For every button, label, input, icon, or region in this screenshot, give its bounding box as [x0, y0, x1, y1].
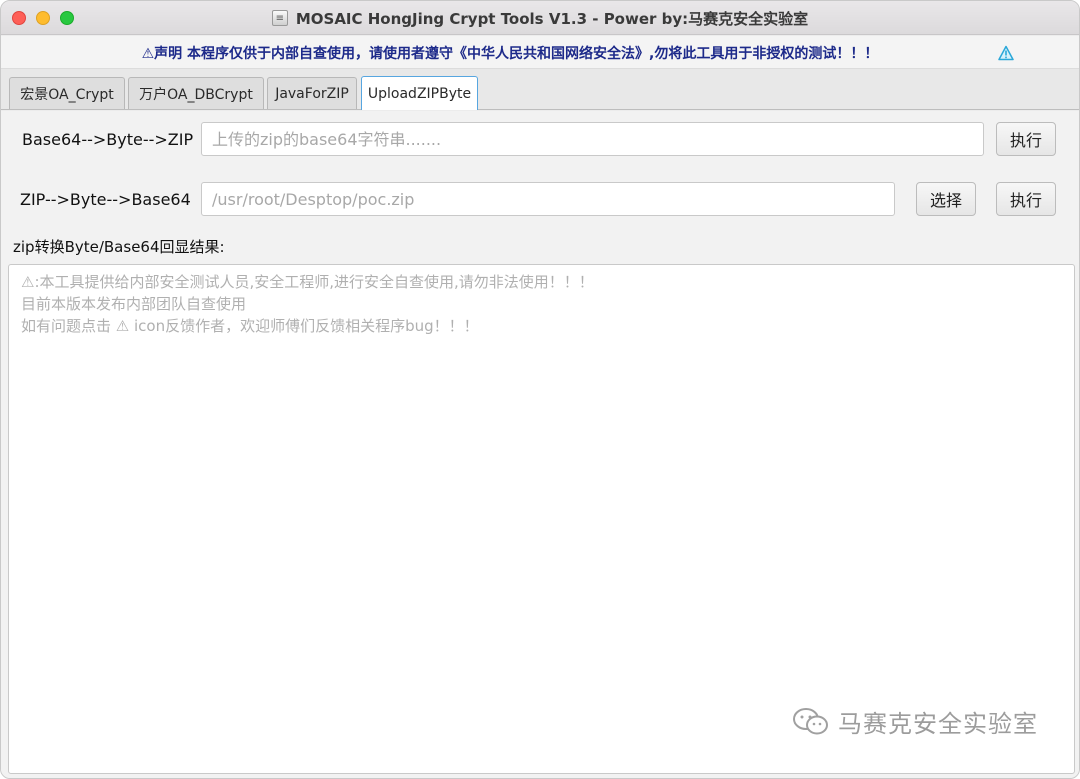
result-output-area[interactable]: ⚠:本工具提供给内部安全测试人员,安全工程师,进行安全自查使用,请勿非法使用！！… [8, 264, 1075, 774]
tab-hongjing-oa-crypt[interactable]: 宏景OA_Crypt [9, 77, 125, 109]
result-line: 目前本版本发布内部团队自查使用 [21, 295, 247, 313]
tab-java-for-zip[interactable]: JavaForZIP [267, 77, 357, 109]
window-title: MOSAIC HongJing Crypt Tools V1.3 - Power… [295, 9, 809, 28]
wechat-icon [793, 707, 828, 734]
select-file-button[interactable]: 选择 [916, 182, 976, 216]
zip-path-input[interactable] [201, 182, 895, 216]
result-line: 如有问题点击 ⚠ icon反馈作者，欢迎师傅们反馈相关程序bug！！！ [21, 317, 479, 335]
result-label: zip转换Byte/Base64回显结果: [13, 238, 225, 256]
tab-bar: 宏景OA_Crypt 万户OA_DBCrypt JavaForZIP Uploa… [1, 69, 1079, 110]
watermark-text: 马赛克安全实验室 [838, 710, 1038, 738]
tab-upload-zip-byte[interactable]: UploadZIPByte [361, 76, 478, 110]
title-bar: ≡ MOSAIC HongJing Crypt Tools V1.3 - Pow… [1, 1, 1079, 35]
base64-to-zip-execute-button[interactable]: 执行 [996, 122, 1056, 156]
notice-bar: ⚠声明 本程序仅供于内部自查使用，请使用者遵守《中华人民共和国网络安全法》,勿将… [1, 36, 1079, 69]
base64-string-input[interactable] [201, 122, 984, 156]
notice-text: ⚠声明 本程序仅供于内部自查使用，请使用者遵守《中华人民共和国网络安全法》,勿将… [141, 46, 879, 62]
base64-to-zip-label: Base64-->Byte-->ZIP [22, 130, 194, 149]
app-window: ≡ MOSAIC HongJing Crypt Tools V1.3 - Pow… [0, 0, 1080, 779]
watermark: 马赛克安全实验室 [792, 704, 1038, 739]
result-line: ⚠:本工具提供给内部安全测试人员,安全工程师,进行安全自查使用,请勿非法使用！！… [21, 273, 594, 291]
warning-icon[interactable] [998, 45, 1014, 61]
app-icon: ≡ [271, 10, 288, 26]
tab-wanhu-oa-dbcrypt[interactable]: 万户OA_DBCrypt [128, 77, 264, 109]
upload-zip-byte-panel: Base64-->Byte-->ZIP 执行 ZIP-->Byte-->Base… [1, 111, 1079, 778]
zip-to-base64-label: ZIP-->Byte-->Base64 [20, 190, 191, 209]
window-title-group: ≡ MOSAIC HongJing Crypt Tools V1.3 - Pow… [1, 1, 1079, 35]
zip-to-base64-execute-button[interactable]: 执行 [996, 182, 1056, 216]
